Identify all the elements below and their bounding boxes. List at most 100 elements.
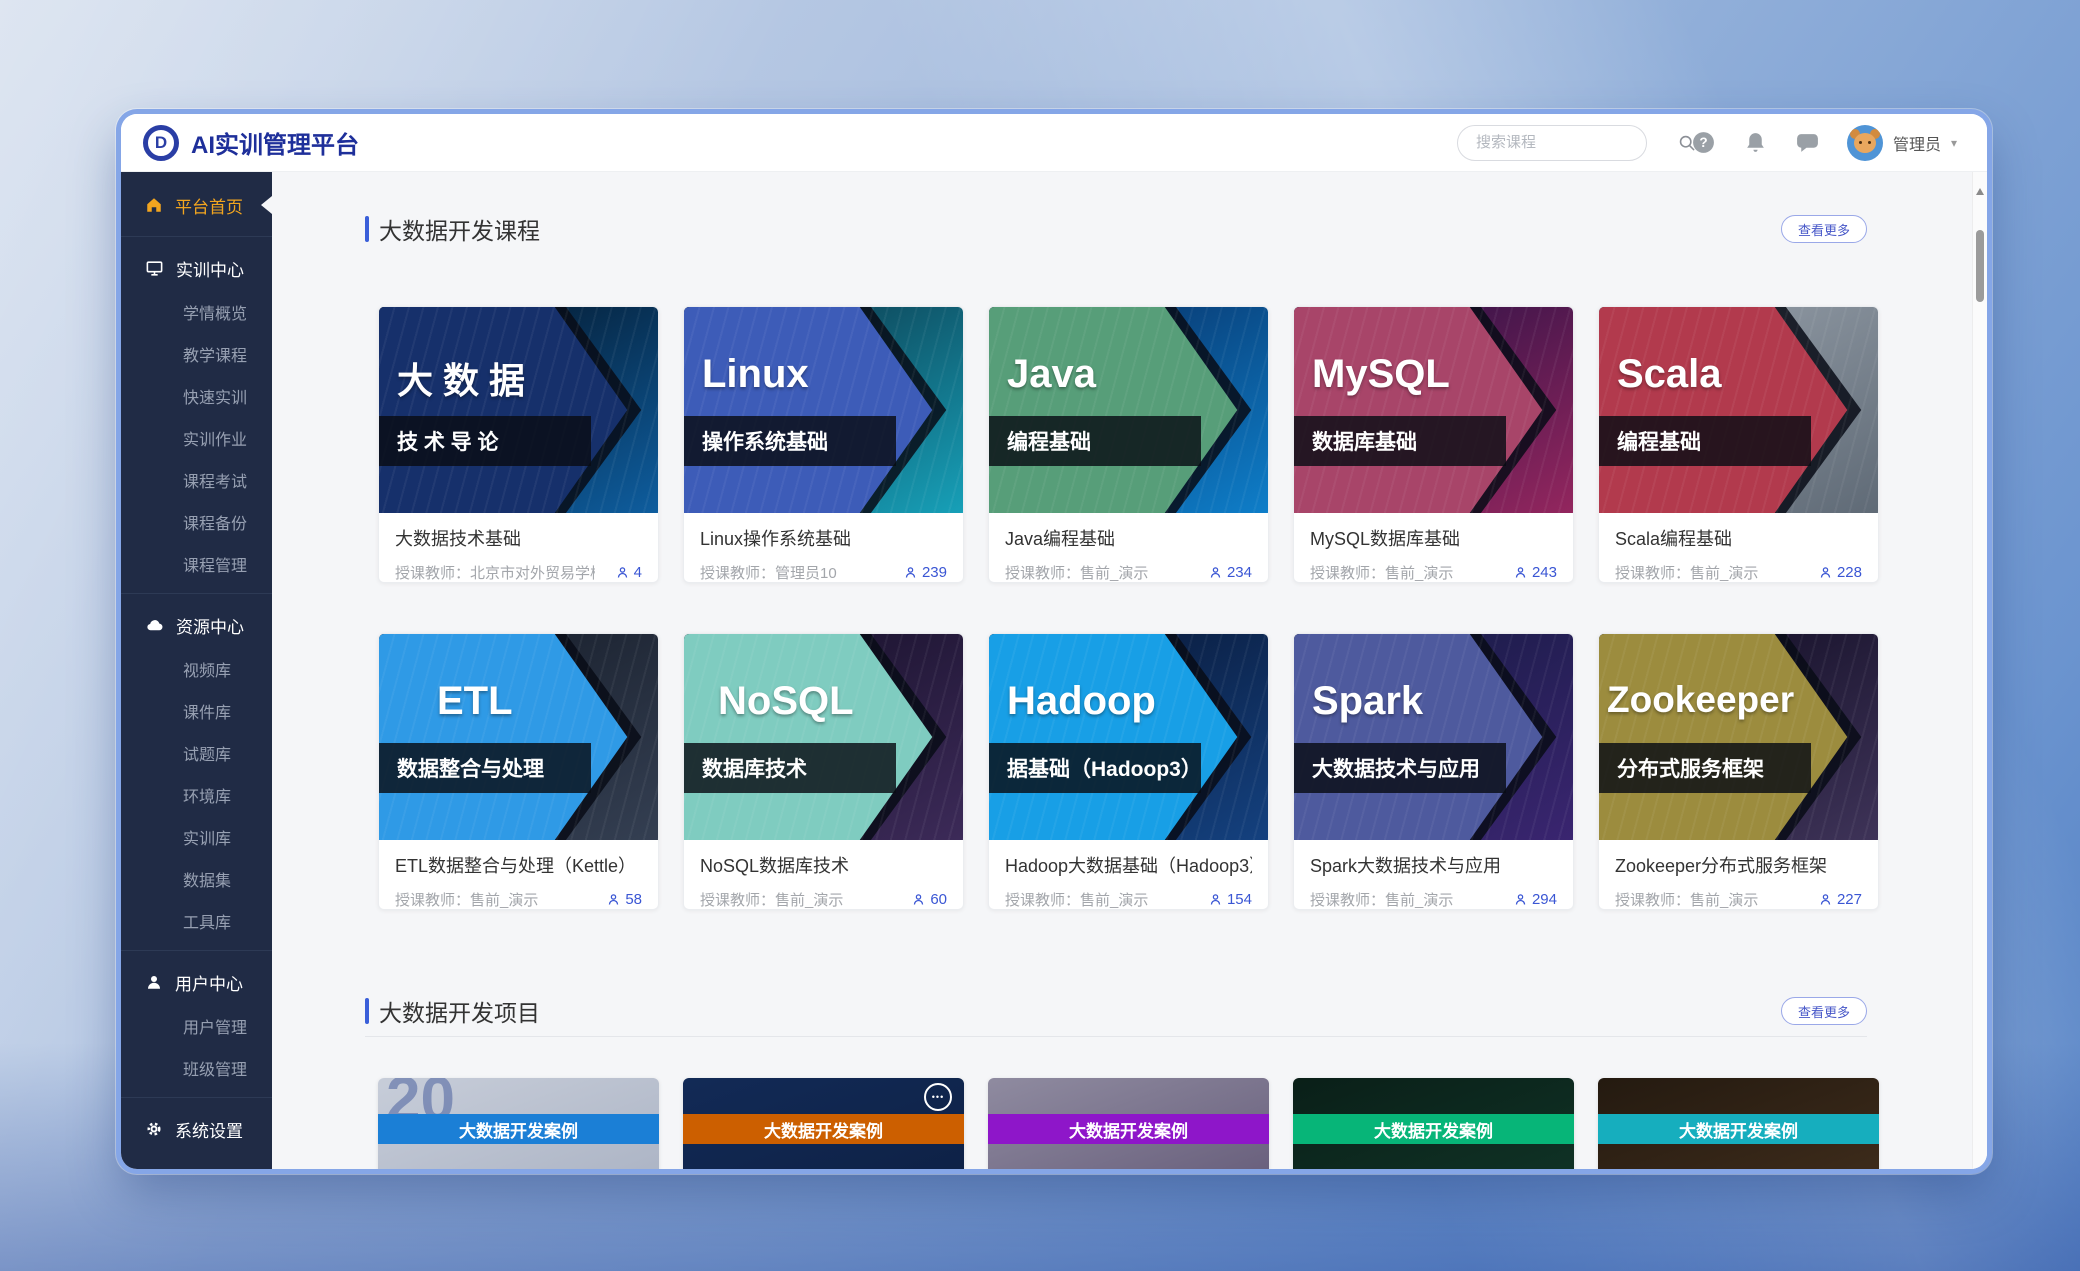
section-header-projects: 大数据开发项目 查看更多: [365, 994, 1867, 1028]
course-name: MySQL数据库基础: [1310, 525, 1557, 551]
project-banner: 大数据开发案例: [988, 1114, 1269, 1144]
view-more-button[interactable]: 查看更多: [1781, 997, 1867, 1025]
course-card[interactable]: ETL 数据整合与处理 ETL数据整合与处理（Kettle） 授课教师：售前_演…: [378, 633, 659, 910]
sidebar-item[interactable]: 班级管理: [121, 1047, 272, 1089]
course-teacher: 授课教师：售前_演示: [395, 889, 538, 910]
student-count: 294: [1513, 891, 1557, 908]
project-banner: 大数据开发案例: [1598, 1114, 1879, 1144]
project-card[interactable]: 大数据开发案例: [1293, 1078, 1574, 1169]
avatar[interactable]: [1847, 125, 1883, 161]
bell-icon[interactable]: [1743, 130, 1769, 156]
message-icon[interactable]: [1795, 130, 1821, 156]
person-icon: [903, 565, 918, 580]
sidebar-item[interactable]: 用户管理: [121, 1005, 272, 1047]
student-count: 239: [903, 564, 947, 581]
sidebar-item[interactable]: 课程考试: [121, 459, 272, 501]
view-more-button[interactable]: 查看更多: [1781, 215, 1867, 243]
scrollbar[interactable]: [1972, 172, 1987, 1169]
monitor-icon: [145, 259, 164, 278]
person-icon: [606, 892, 621, 907]
student-count: 4: [615, 564, 642, 581]
scroll-up-arrow-icon[interactable]: [1976, 188, 1984, 195]
course-card[interactable]: MySQL 数据库基础 MySQL数据库基础 授课教师：售前_演示 243: [1293, 306, 1574, 583]
sidebar-item[interactable]: 实训库: [121, 816, 272, 858]
ellipsis-icon: •••: [924, 1083, 952, 1111]
course-name: NoSQL数据库技术: [700, 852, 947, 878]
sidebar-item-home[interactable]: 平台首页: [121, 182, 272, 228]
course-card[interactable]: Scala 编程基础 Scala编程基础 授课教师：售前_演示 228: [1598, 306, 1879, 583]
course-cover: NoSQL 数据库技术: [684, 634, 963, 840]
student-count: 60: [911, 891, 947, 908]
sidebar-item[interactable]: 课件库: [121, 690, 272, 732]
sidebar-item[interactable]: 学情概览: [121, 291, 272, 333]
sidebar-group-resource-center[interactable]: 资源中心: [121, 602, 272, 648]
sidebar-group-system-settings[interactable]: 系统设置: [121, 1106, 272, 1152]
sidebar-item[interactable]: 课程备份: [121, 501, 272, 543]
course-card[interactable]: Zookeeper 分布式服务框架 Zookeeper分布式服务框架 授课教师：…: [1598, 633, 1879, 910]
sidebar-item[interactable]: 视频库: [121, 648, 272, 690]
project-card[interactable]: 大数据开发案例: [1598, 1078, 1879, 1169]
student-count: 234: [1208, 564, 1252, 581]
sidebar-group-user-center[interactable]: 用户中心: [121, 959, 272, 1005]
course-teacher: 授课教师：售前_演示: [1310, 889, 1453, 910]
person-icon: [1208, 565, 1223, 580]
sidebar-item[interactable]: 工具库: [121, 900, 272, 942]
section-title: 大数据开发项目: [365, 994, 540, 1028]
search-input[interactable]: [1474, 133, 1677, 152]
app-logo-icon: D: [143, 125, 179, 161]
svg-text:?: ?: [1700, 135, 1708, 150]
divider: [121, 950, 272, 951]
course-card[interactable]: NoSQL 数据库技术 NoSQL数据库技术 授课教师：售前_演示 60: [683, 633, 964, 910]
search-box[interactable]: [1457, 125, 1647, 161]
course-name: Scala编程基础: [1615, 525, 1862, 551]
scrollbar-thumb[interactable]: [1976, 230, 1984, 302]
course-name: Zookeeper分布式服务框架: [1615, 852, 1862, 878]
course-cover: Zookeeper 分布式服务框架: [1599, 634, 1878, 840]
course-card[interactable]: Hadoop 据基础（Hadoop3） Hadoop大数据基础（Hadoop3）…: [988, 633, 1269, 910]
person-icon: [1818, 565, 1833, 580]
gear-icon: [145, 1120, 163, 1138]
app-title: AI实训管理平台: [191, 125, 359, 160]
student-count: 154: [1208, 891, 1252, 908]
project-card[interactable]: ••• 大数据开发案例: [683, 1078, 964, 1169]
project-card[interactable]: 20 大数据开发案例: [378, 1078, 659, 1169]
person-icon: [1818, 892, 1833, 907]
student-count: 228: [1818, 564, 1862, 581]
top-header: D AI实训管理平台 ?: [121, 114, 1987, 172]
help-icon[interactable]: ?: [1691, 130, 1717, 156]
course-teacher: 授课教师：售前_演示: [1005, 562, 1148, 583]
chevron-down-icon[interactable]: ▾: [1951, 136, 1957, 150]
course-cover: Java 编程基础: [989, 307, 1268, 513]
course-name: Hadoop大数据基础（Hadoop3）: [1005, 852, 1252, 878]
sidebar-item[interactable]: 数据集: [121, 858, 272, 900]
user-menu[interactable]: 管理员 ▾: [1847, 125, 1957, 161]
title-accent-bar: [365, 998, 369, 1024]
student-count: 58: [606, 891, 642, 908]
project-banner: 大数据开发案例: [683, 1114, 964, 1144]
course-cover: Scala 编程基础: [1599, 307, 1878, 513]
student-count: 243: [1513, 564, 1557, 581]
sidebar-item[interactable]: 试题库: [121, 732, 272, 774]
user-icon: [145, 973, 163, 991]
cloud-icon: [145, 616, 164, 635]
course-name: ETL数据整合与处理（Kettle）: [395, 852, 642, 878]
sidebar-item[interactable]: 实训作业: [121, 417, 272, 459]
course-card[interactable]: 大 数 据 技 术 导 论 大数据技术基础 授课教师：北京市对外贸易学校教...…: [378, 306, 659, 583]
sidebar-item[interactable]: 快速实训: [121, 375, 272, 417]
person-icon: [911, 892, 926, 907]
user-name: 管理员: [1893, 131, 1941, 155]
project-card[interactable]: 大数据开发案例: [988, 1078, 1269, 1169]
section-header-courses: 大数据开发课程 查看更多: [365, 212, 1867, 246]
course-card[interactable]: Spark 大数据技术与应用 Spark大数据技术与应用 授课教师：售前_演示 …: [1293, 633, 1574, 910]
sidebar-group-training-center[interactable]: 实训中心: [121, 245, 272, 291]
sidebar-item[interactable]: 课程管理: [121, 543, 272, 585]
course-teacher: 授课教师：售前_演示: [1310, 562, 1453, 583]
section-title: 大数据开发课程: [365, 212, 540, 246]
sidebar-item[interactable]: 环境库: [121, 774, 272, 816]
course-name: 大数据技术基础: [395, 525, 642, 551]
student-count: 227: [1818, 891, 1862, 908]
course-card[interactable]: Linux 操作系统基础 Linux操作系统基础 授课教师：管理员10 239: [683, 306, 964, 583]
sidebar-item[interactable]: 教学课程: [121, 333, 272, 375]
course-card[interactable]: Java 编程基础 Java编程基础 授课教师：售前_演示 234: [988, 306, 1269, 583]
active-indicator: [261, 196, 272, 214]
